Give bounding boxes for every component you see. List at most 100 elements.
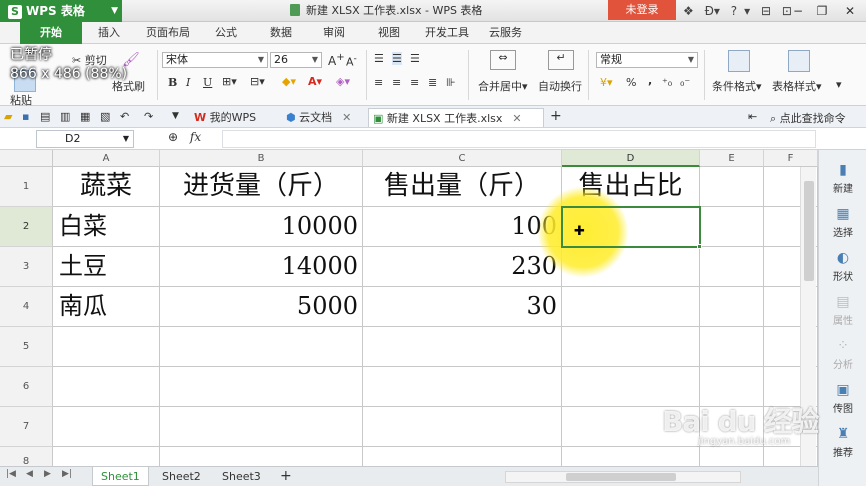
clear-format-icon[interactable]: ◈▾ [336, 75, 350, 88]
row-header-1[interactable]: 1 [0, 167, 53, 207]
new-tab-button[interactable]: + [550, 108, 562, 124]
add-sheet-button[interactable]: + [272, 467, 300, 486]
open-folder-icon[interactable]: ▰ [4, 110, 12, 123]
panel-upload-image-button[interactable]: ▣ 传图 [819, 382, 866, 415]
close-icon[interactable]: ✕ [342, 111, 351, 124]
cell-empty[interactable] [363, 447, 562, 466]
doc-tab-my-wps[interactable]: W 我的WPS [190, 108, 280, 127]
horizontal-scrollbar[interactable] [505, 471, 741, 483]
undo-icon[interactable]: ↶ [120, 110, 129, 123]
next-sheet-icon[interactable]: ▶ [44, 469, 51, 479]
zoom-icon[interactable]: ⊕ [168, 130, 178, 144]
save-icon[interactable]: ▪ [22, 110, 29, 123]
thousands-button[interactable]: , [648, 74, 652, 87]
border-icon[interactable]: ⊞▾ [222, 75, 237, 88]
merge-center-button[interactable]: 合并居中▾ [478, 78, 528, 94]
cell-a1[interactable]: 蔬菜 [53, 167, 160, 207]
row-header-8[interactable]: 8 [0, 447, 53, 466]
wrap-text-icon[interactable]: ↵ [548, 50, 574, 70]
column-header-b[interactable]: B [160, 150, 363, 167]
cell-e1[interactable] [700, 167, 764, 207]
formula-input[interactable] [222, 130, 816, 148]
tab-home[interactable]: 开始 [20, 22, 82, 44]
close-icon[interactable]: ✕ [512, 112, 521, 125]
cell-c4[interactable]: 30 [363, 287, 562, 327]
tab-cloud[interactable]: 云服务 [489, 22, 522, 44]
window-minimize-button[interactable]: − [786, 0, 810, 22]
cell-e3[interactable] [700, 247, 764, 287]
d-icon[interactable]: Ð▾ [705, 0, 720, 22]
align-middle-icon[interactable]: ☰ [392, 52, 402, 65]
last-sheet-icon[interactable]: ▶| [62, 469, 72, 479]
table-style-icon[interactable] [788, 50, 810, 72]
cell-empty[interactable] [700, 447, 764, 466]
row-header-3[interactable]: 3 [0, 247, 53, 287]
cell-empty[interactable] [363, 367, 562, 407]
fill-color-icon[interactable]: ◆▾ [282, 75, 296, 88]
cell-a4[interactable]: 南瓜 [53, 287, 160, 327]
cell-e2[interactable] [700, 207, 764, 247]
conditional-format-icon[interactable] [728, 50, 750, 72]
align-bottom-icon[interactable]: ☰ [410, 52, 420, 65]
cell-empty[interactable] [53, 327, 160, 367]
cell-empty[interactable] [53, 447, 160, 466]
cell-empty[interactable] [562, 327, 700, 367]
column-header-e[interactable]: E [700, 150, 764, 167]
table-style-button[interactable]: 表格样式▾ [772, 78, 822, 94]
cell-empty[interactable] [363, 327, 562, 367]
cell-empty[interactable] [53, 407, 160, 447]
cell-empty[interactable] [363, 407, 562, 447]
preview-icon[interactable]: ▧ [100, 110, 110, 123]
select-all-corner[interactable] [0, 150, 53, 167]
cell-empty[interactable] [700, 327, 764, 367]
panel-analysis-button[interactable]: ⁘ 分析 [819, 338, 866, 371]
font-grow-icon[interactable]: A+ [328, 52, 345, 68]
shirt-icon[interactable]: ❖ [683, 0, 694, 22]
tab-page-layout[interactable]: 页面布局 [146, 22, 190, 44]
panel-select-button[interactable]: ▦ 选择 [819, 206, 866, 239]
help-icon[interactable]: ? ▾ [731, 0, 750, 22]
doc-tab-current[interactable]: ▣ 新建 XLSX 工作表.xlsx ✕ [368, 108, 544, 127]
cell-a3[interactable]: 土豆 [53, 247, 160, 287]
sheet-tab-3[interactable]: Sheet3 [214, 467, 269, 486]
cell-b3[interactable]: 14000 [160, 247, 363, 287]
tab-view[interactable]: 视图 [378, 22, 400, 44]
align-right-icon[interactable]: ≡ [410, 76, 419, 89]
column-header-d[interactable]: D [562, 150, 700, 167]
align-top-icon[interactable]: ☰ [374, 52, 384, 65]
cell-a2[interactable]: 白菜 [53, 207, 160, 247]
row-header-7[interactable]: 7 [0, 407, 53, 447]
horizontal-scroll-thumb[interactable] [566, 473, 676, 481]
row-header-2[interactable]: 2 [0, 207, 53, 247]
increase-decimal-icon[interactable]: ⁺₀ [662, 76, 672, 89]
panel-properties-button[interactable]: ▤ 属性 [819, 294, 866, 327]
sheet-tab-1[interactable]: Sheet1 [92, 467, 149, 486]
pin-icon[interactable]: ⇤ [748, 110, 757, 123]
print-icon[interactable]: ▦ [80, 110, 90, 123]
tab-developer[interactable]: 开发工具 [425, 22, 469, 44]
cell-d4[interactable] [562, 287, 700, 327]
app-menu-button[interactable]: S WPS 表格 ▼ [0, 0, 122, 22]
align-center-icon[interactable]: ≡ [392, 76, 401, 89]
number-format-select[interactable]: 常规 ▼ [596, 52, 698, 68]
cell-c3[interactable]: 230 [363, 247, 562, 287]
percent-button[interactable]: % [626, 76, 636, 89]
row-header-6[interactable]: 6 [0, 367, 53, 407]
distributed-icon[interactable]: ⊪ [446, 76, 456, 89]
font-shrink-icon[interactable]: A- [346, 53, 357, 69]
font-name-select[interactable]: 宋体 ▼ [162, 52, 268, 68]
export-icon[interactable]: ▥ [60, 110, 70, 123]
cell-empty[interactable] [53, 367, 160, 407]
merge-border-icon[interactable]: ⊟▾ [250, 75, 265, 88]
prev-sheet-icon[interactable]: ◀ [26, 469, 33, 479]
tab-review[interactable]: 审阅 [323, 22, 345, 44]
wrap-text-button[interactable]: 自动换行 [538, 78, 582, 94]
cell-b1[interactable]: 进货量（斤） [160, 167, 363, 207]
currency-icon[interactable]: ¥▾ [600, 76, 613, 89]
fill-handle[interactable] [697, 244, 702, 249]
panel-recommend-button[interactable]: ♜ 推荐 [819, 426, 866, 459]
vertical-scroll-thumb[interactable] [804, 181, 814, 281]
font-size-select[interactable]: 26 ▼ [270, 52, 322, 68]
cell-e4[interactable] [700, 287, 764, 327]
window-close-button[interactable]: ✕ [838, 0, 862, 22]
